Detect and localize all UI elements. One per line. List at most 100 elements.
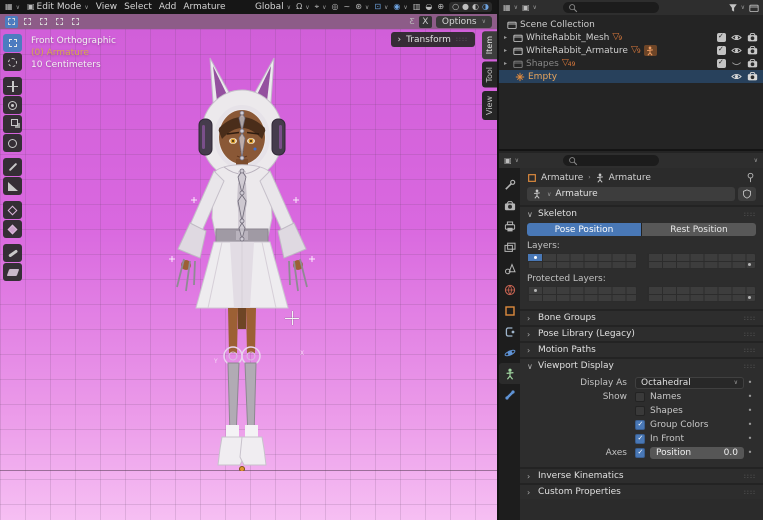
display-as-dropdown[interactable]: Octahedral ∨ (635, 377, 744, 389)
camera-render-icon[interactable] (747, 58, 758, 69)
tab-item[interactable]: Item (482, 31, 497, 59)
pose-position-button[interactable]: Pose Position (527, 223, 641, 236)
extrude-tool[interactable] (3, 201, 22, 219)
camera-render-icon[interactable] (747, 32, 758, 43)
tab-object-data-properties[interactable] (499, 363, 520, 384)
menu-add[interactable]: Add (159, 2, 176, 12)
tab-object-properties[interactable] (499, 300, 520, 321)
editor-type-button[interactable]: ▦ ∨ (5, 3, 20, 11)
snap-wand-dropdown[interactable]: ⊛ ∨ (355, 3, 369, 11)
protected-block-2[interactable] (647, 286, 757, 302)
properties-editor-type-button[interactable]: ▣ ∨ (504, 157, 519, 165)
outliner-row-whiterabbit-mesh[interactable]: ▸ WhiteRabbit_Mesh ▽9 (499, 31, 763, 44)
menu-view[interactable]: View (96, 2, 117, 12)
breadcrumb-data[interactable]: Armature (609, 173, 651, 183)
xray-toggle-icon[interactable]: ▥ (413, 3, 421, 11)
tab-render-properties[interactable] (499, 195, 520, 216)
eye-icon[interactable] (731, 32, 742, 43)
select-box-tool[interactable] (3, 34, 22, 52)
proportional-editing-icon[interactable]: ◎ (332, 3, 339, 11)
outliner-row-scene-collection[interactable]: Scene Collection (499, 18, 763, 31)
tab-tool[interactable]: Tool (482, 62, 497, 88)
panel-motion-paths-header[interactable]: › Motion Paths :::: (520, 343, 763, 357)
menu-armature[interactable]: Armature (183, 2, 225, 12)
bone-envelope-tool[interactable] (3, 220, 22, 238)
exclude-checkbox[interactable] (717, 59, 726, 68)
tab-view[interactable]: View (482, 91, 497, 120)
shading-solid-icon[interactable]: ● (462, 3, 469, 11)
select-mode-intersect-button[interactable] (69, 16, 82, 28)
tab-bone-properties[interactable] (499, 384, 520, 405)
overlays-icon[interactable]: ◒ (425, 3, 432, 11)
tab-tool-properties[interactable] (499, 174, 520, 195)
outliner-row-shapes[interactable]: ▸ Shapes ▽49 (499, 57, 763, 70)
new-collection-button[interactable] (749, 3, 759, 13)
transform-panel[interactable]: › Transform :::: (391, 32, 475, 47)
tab-world-properties[interactable] (499, 279, 520, 300)
cursor-tool[interactable] (3, 53, 22, 71)
panel-inverse-kinematics-header[interactable]: › Inverse Kinematics :::: (520, 469, 763, 483)
names-checkbox[interactable] (635, 392, 645, 402)
expand-arrow-icon[interactable]: ▸ (504, 47, 510, 54)
character-model[interactable]: X Y (150, 53, 340, 471)
rest-position-button[interactable]: Rest Position (642, 223, 756, 236)
select-mode-extend-button[interactable] (21, 16, 34, 28)
group-colors-checkbox[interactable] (635, 420, 645, 430)
panel-bone-groups-header[interactable]: › Bone Groups :::: (520, 311, 763, 325)
camera-render-icon[interactable] (747, 45, 758, 56)
roll-tool[interactable] (3, 244, 22, 262)
panel-custom-properties-header[interactable]: › Custom Properties :::: (520, 485, 763, 499)
animate-dot[interactable]: • (744, 448, 756, 457)
active-tool-dropdown[interactable]: ⊡ ∨ (374, 3, 388, 11)
animate-dot[interactable]: • (744, 434, 756, 443)
shading-material-icon[interactable]: ◐ (472, 3, 479, 11)
exclude-checkbox[interactable] (717, 33, 726, 42)
outliner-row-empty[interactable]: Empty (499, 70, 763, 83)
tab-view-layer-properties[interactable] (499, 237, 520, 258)
rotate-tool[interactable] (3, 96, 22, 114)
layers-block-2[interactable] (647, 253, 757, 269)
panel-viewport-display-header[interactable]: ∨ Viewport Display :::: (520, 359, 763, 373)
animate-dot[interactable]: • (744, 378, 756, 387)
fake-user-button[interactable] (738, 187, 756, 201)
transform-orientation-dropdown[interactable]: Global ∨ (255, 2, 291, 12)
panel-pose-library-header[interactable]: › Pose Library (Legacy) :::: (520, 327, 763, 341)
snap-toggle[interactable]: Ω ∨ (296, 3, 310, 11)
armature-name-field[interactable]: ∨ Armature (527, 187, 735, 201)
menu-select[interactable]: Select (124, 2, 152, 12)
select-mode-subtract-button[interactable] (37, 16, 50, 28)
eye-icon[interactable] (731, 71, 742, 82)
animate-dot[interactable]: • (744, 420, 756, 429)
scale-tool[interactable] (3, 115, 22, 133)
annotate-tool[interactable] (3, 158, 22, 176)
in-front-checkbox[interactable] (635, 434, 645, 444)
tab-physics-properties[interactable] (499, 342, 520, 363)
shear-tool[interactable] (3, 263, 22, 281)
axes-position-slider[interactable]: Position 0.0 (650, 447, 744, 459)
outliner-search-input[interactable] (563, 2, 659, 13)
animate-dot[interactable]: • (744, 406, 756, 415)
tab-output-properties[interactable] (499, 216, 520, 237)
expand-arrow-icon[interactable]: ▸ (504, 34, 510, 41)
select-mode-new-button[interactable] (5, 16, 18, 28)
layers-block-1[interactable] (527, 253, 637, 269)
display-mode-dropdown[interactable]: ▣ ∨ (522, 4, 537, 12)
tab-scene-properties[interactable] (499, 258, 520, 279)
properties-search-input[interactable] (563, 155, 659, 166)
falloff-curve-icon[interactable]: ~ (344, 3, 351, 11)
pin-icon[interactable] (745, 172, 756, 183)
chevron-down-icon[interactable]: ∨ (754, 157, 758, 164)
panel-skeleton-header[interactable]: ∨ Skeleton :::: (520, 207, 763, 221)
shapes-checkbox[interactable] (635, 406, 645, 416)
mode-dropdown[interactable]: ▣ Edit Mode ∨ (27, 2, 89, 12)
eye-closed-icon[interactable] (731, 58, 742, 69)
gizmos-icon[interactable]: ⊕ (437, 3, 444, 11)
shading-rendered-icon[interactable]: ◑ (482, 3, 489, 11)
axes-checkbox[interactable] (635, 448, 645, 458)
viewport-canvas[interactable]: X Y Front Or (0, 29, 497, 520)
animate-dot[interactable]: • (744, 392, 756, 401)
breadcrumb-object[interactable]: Armature (541, 173, 583, 183)
pivot-point-dropdown[interactable]: ◉ ∨ (393, 3, 407, 11)
camera-render-icon[interactable] (747, 71, 758, 82)
measure-tool[interactable] (3, 177, 22, 195)
